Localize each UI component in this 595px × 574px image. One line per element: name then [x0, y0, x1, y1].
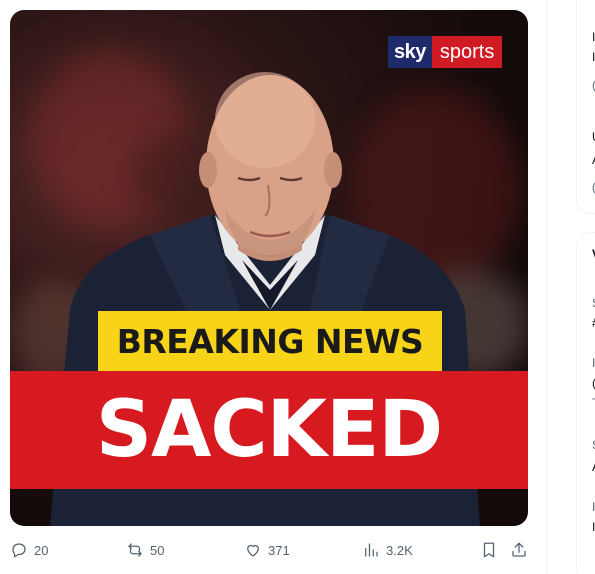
retweet-button[interactable]: 50	[126, 538, 164, 562]
like-count: 371	[268, 542, 290, 558]
views-chart-icon	[365, 543, 378, 557]
tweet-action-bar: 20 50 371 3.2K	[8, 538, 530, 562]
share-icon	[512, 542, 526, 557]
sacked-banner: SACKED	[10, 371, 528, 489]
sports-logo-text: sports	[431, 36, 503, 68]
reply-count: 20	[34, 542, 49, 558]
retweet-icon	[128, 543, 142, 557]
sky-sports-logo: sky sports	[388, 36, 503, 68]
reply-icon	[12, 543, 26, 558]
sacked-text: SACKED	[95, 385, 443, 475]
breaking-news-text: BREAKING NEWS	[116, 321, 424, 361]
tweet-view: sky sports BREAKING NEWS SACKED 20 50 37…	[0, 0, 595, 574]
breaking-news-banner: BREAKING NEWS	[98, 311, 442, 371]
like-button[interactable]: 371	[244, 538, 290, 562]
views-count: 3.2K	[386, 542, 413, 558]
bookmark-icon	[483, 542, 495, 558]
sky-logo-text: sky	[388, 36, 432, 68]
views-button[interactable]: 3.2K	[362, 538, 413, 562]
tweet-media-image[interactable]: sky sports BREAKING NEWS SACKED	[10, 10, 528, 526]
column-divider	[546, 0, 547, 574]
bookmark-button[interactable]	[480, 538, 498, 562]
reply-button[interactable]: 20	[10, 538, 48, 562]
heart-icon	[247, 544, 259, 557]
retweet-count: 50	[150, 542, 165, 558]
share-button[interactable]	[510, 538, 528, 562]
